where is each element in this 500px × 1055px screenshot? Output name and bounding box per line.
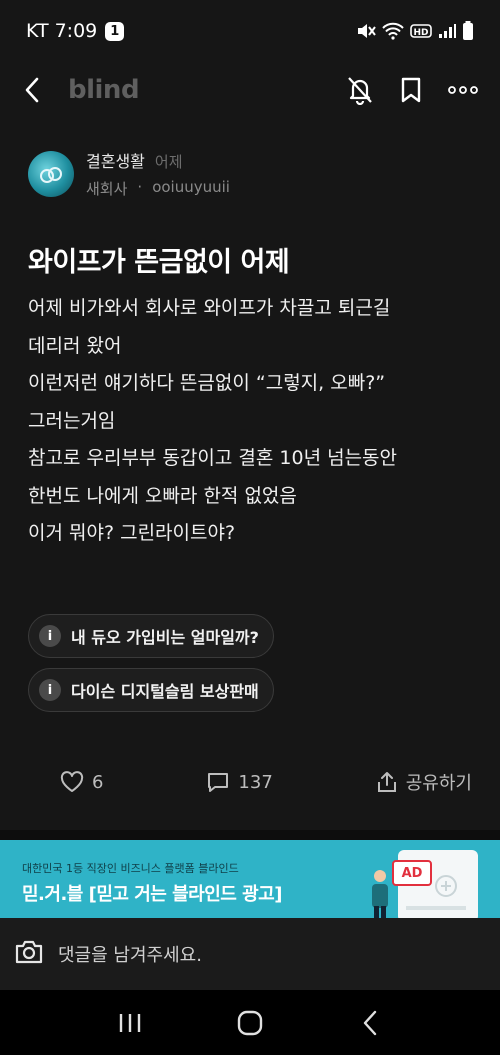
comment-input-bar[interactable]: 댓글을 남겨주세요. [0, 918, 500, 990]
like-count: 6 [92, 771, 104, 793]
svg-text:HD: HD [413, 28, 428, 38]
recent-apps-icon [119, 1013, 141, 1032]
info-icon: i [39, 625, 61, 647]
mute-icon [356, 22, 376, 40]
like-button[interactable]: 6 [60, 771, 103, 793]
separator: · [137, 178, 143, 196]
share-button[interactable]: 공유하기 [376, 769, 472, 795]
channel-name[interactable]: 결혼생활 [86, 148, 145, 172]
post-body-line: 어제 비가와서 회사로 와이프가 차끌고 퇴근길 [28, 297, 391, 319]
ad-badge: AD [392, 860, 432, 886]
status-icons: HD [356, 21, 474, 41]
hd-volte-icon: HD [410, 23, 432, 39]
post-author[interactable]: 결혼생활 어제 새회사 · ooiuuyuuii [28, 148, 230, 199]
notification-count-badge: 1 [105, 21, 125, 41]
bookmark-button[interactable] [400, 76, 422, 104]
ad-illustration: AD [366, 846, 478, 918]
post-time: 어제 [154, 153, 183, 171]
share-label: 공유하기 [405, 773, 472, 794]
back-nav-icon [363, 1010, 377, 1035]
topic-label: 내 듀오 가입비는 얼마일까? [71, 628, 259, 647]
topic-chip[interactable]: i 내 듀오 가입비는 얼마일까? [28, 614, 274, 658]
app-topbar: blind [0, 62, 500, 118]
ad-subtitle: 대한민국 1등 직장인 비즈니스 플랫폼 블라인드 [22, 862, 239, 875]
clock: 7:09 [54, 20, 98, 42]
author-company: 새회사 [86, 180, 128, 198]
camera-icon[interactable] [14, 939, 44, 969]
post-title: 와이프가 뜬금없이 어제 [28, 247, 290, 278]
wifi-icon [382, 22, 404, 40]
brand-logo: blind [68, 75, 140, 105]
post-body-line: 데리러 왔어 [28, 334, 122, 357]
share-icon [377, 772, 396, 792]
channel-avatar [28, 150, 74, 197]
post-body-line: 그러는거임 [28, 409, 116, 432]
home-button[interactable] [230, 1003, 270, 1043]
ad-headline: 믿.거.블 [믿고 거는 블라인드 광고] [22, 884, 282, 905]
topic-label: 다이슨 디지털슬림 보상판매 [71, 682, 259, 701]
status-bar: KT 7:09 1 HD [0, 0, 500, 62]
heart-icon [60, 771, 84, 792]
comment-count: 137 [238, 771, 273, 793]
ad-banner[interactable]: 대한민국 1등 직장인 비즈니스 플랫폼 블라인드 믿.거.블 [믿고 거는 블… [0, 840, 500, 918]
back-button[interactable] [22, 70, 58, 110]
reaction-bar: 6 137 공유하기 [0, 760, 500, 804]
battery-icon [462, 21, 474, 41]
post-body-line: 참고로 우리부부 동갑이고 결혼 10년 넘는동안 [28, 447, 398, 469]
comment-input[interactable]: 댓글을 남겨주세요. [58, 941, 202, 967]
more-icon [448, 86, 478, 94]
post-body-line: 한번도 나에게 오빠라 한적 없었음 [28, 484, 297, 507]
recent-apps-button[interactable] [110, 1003, 150, 1043]
post-body-line: 이런저런 얘기하다 뜬금없이 “그렇지, 오빠?” [28, 372, 386, 394]
section-divider [0, 830, 500, 840]
comment-button[interactable]: 137 [206, 771, 273, 793]
post-body-line: 이거 뭐야? 그린라이트야? [28, 522, 236, 544]
author-nickname: ooiuuyuuii [152, 178, 230, 196]
notification-off-icon [348, 77, 372, 105]
carrier-label: KT [26, 20, 49, 42]
bookmark-icon [401, 77, 421, 103]
top-actions [346, 75, 478, 105]
comment-icon [208, 773, 229, 792]
info-icon: i [39, 679, 61, 701]
home-icon [237, 1010, 263, 1035]
more-button[interactable] [448, 85, 478, 95]
signal-icon [438, 23, 456, 39]
system-nav-bar [0, 990, 500, 1055]
back-nav-button[interactable] [350, 1003, 390, 1043]
back-icon [25, 77, 39, 103]
post-body: 어제 비가와서 회사로 와이프가 차끌고 퇴근길 데리러 왔어 이런저런 얘기하… [28, 290, 478, 553]
topic-chip[interactable]: i 다이슨 디지털슬림 보상판매 [28, 668, 274, 712]
notification-toggle-button[interactable] [346, 75, 374, 105]
